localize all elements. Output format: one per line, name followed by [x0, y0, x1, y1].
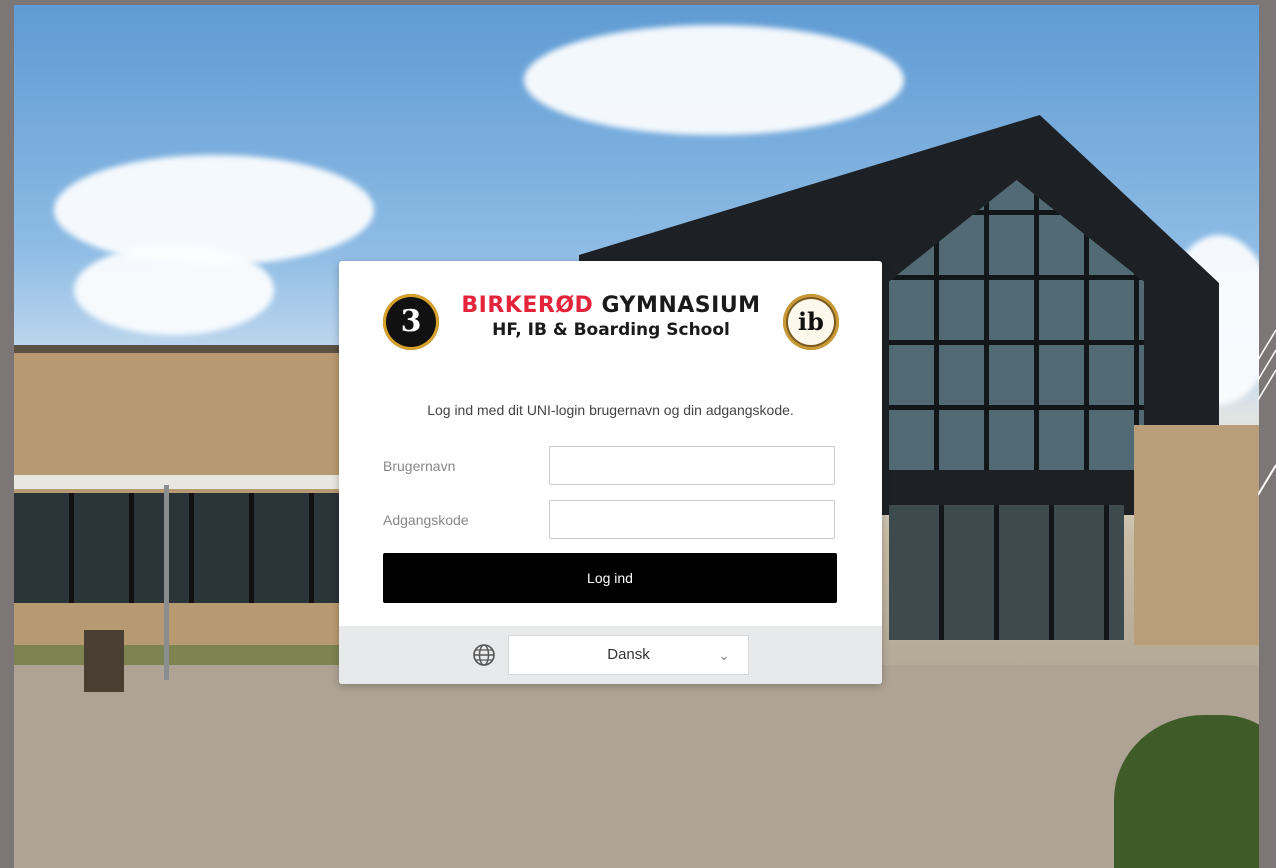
school-name: BIRKERØD GYMNASIUM — [443, 293, 779, 318]
password-label: Adgangskode — [383, 512, 469, 528]
password-input[interactable] — [549, 500, 835, 539]
language-selected-value: Dansk — [607, 646, 650, 663]
language-footer: Dansk ⌄ — [339, 626, 882, 684]
globe-icon — [473, 644, 495, 666]
chevron-down-icon: ⌄ — [718, 647, 730, 663]
school-logo: 3 BIRKERØD GYMNASIUM HF, IB & Boarding S… — [383, 293, 839, 355]
username-label: Brugernavn — [383, 458, 456, 474]
school-emblem-icon: 3 — [383, 294, 439, 350]
school-name-part2: GYMNASIUM — [601, 293, 761, 318]
decorative-stripes — [1258, 329, 1276, 496]
language-select[interactable]: Dansk ⌄ — [508, 635, 749, 675]
login-button[interactable]: Log ind — [383, 553, 837, 603]
school-name-part1: BIRKERØD — [461, 293, 594, 318]
login-instructions: Log ind med dit UNI-login brugernavn og … — [427, 402, 794, 418]
login-card: 3 BIRKERØD GYMNASIUM HF, IB & Boarding S… — [339, 261, 882, 684]
ib-emblem-icon: ib — [783, 294, 839, 350]
school-subtitle: HF, IB & Boarding School — [492, 320, 730, 340]
username-input[interactable] — [549, 446, 835, 485]
